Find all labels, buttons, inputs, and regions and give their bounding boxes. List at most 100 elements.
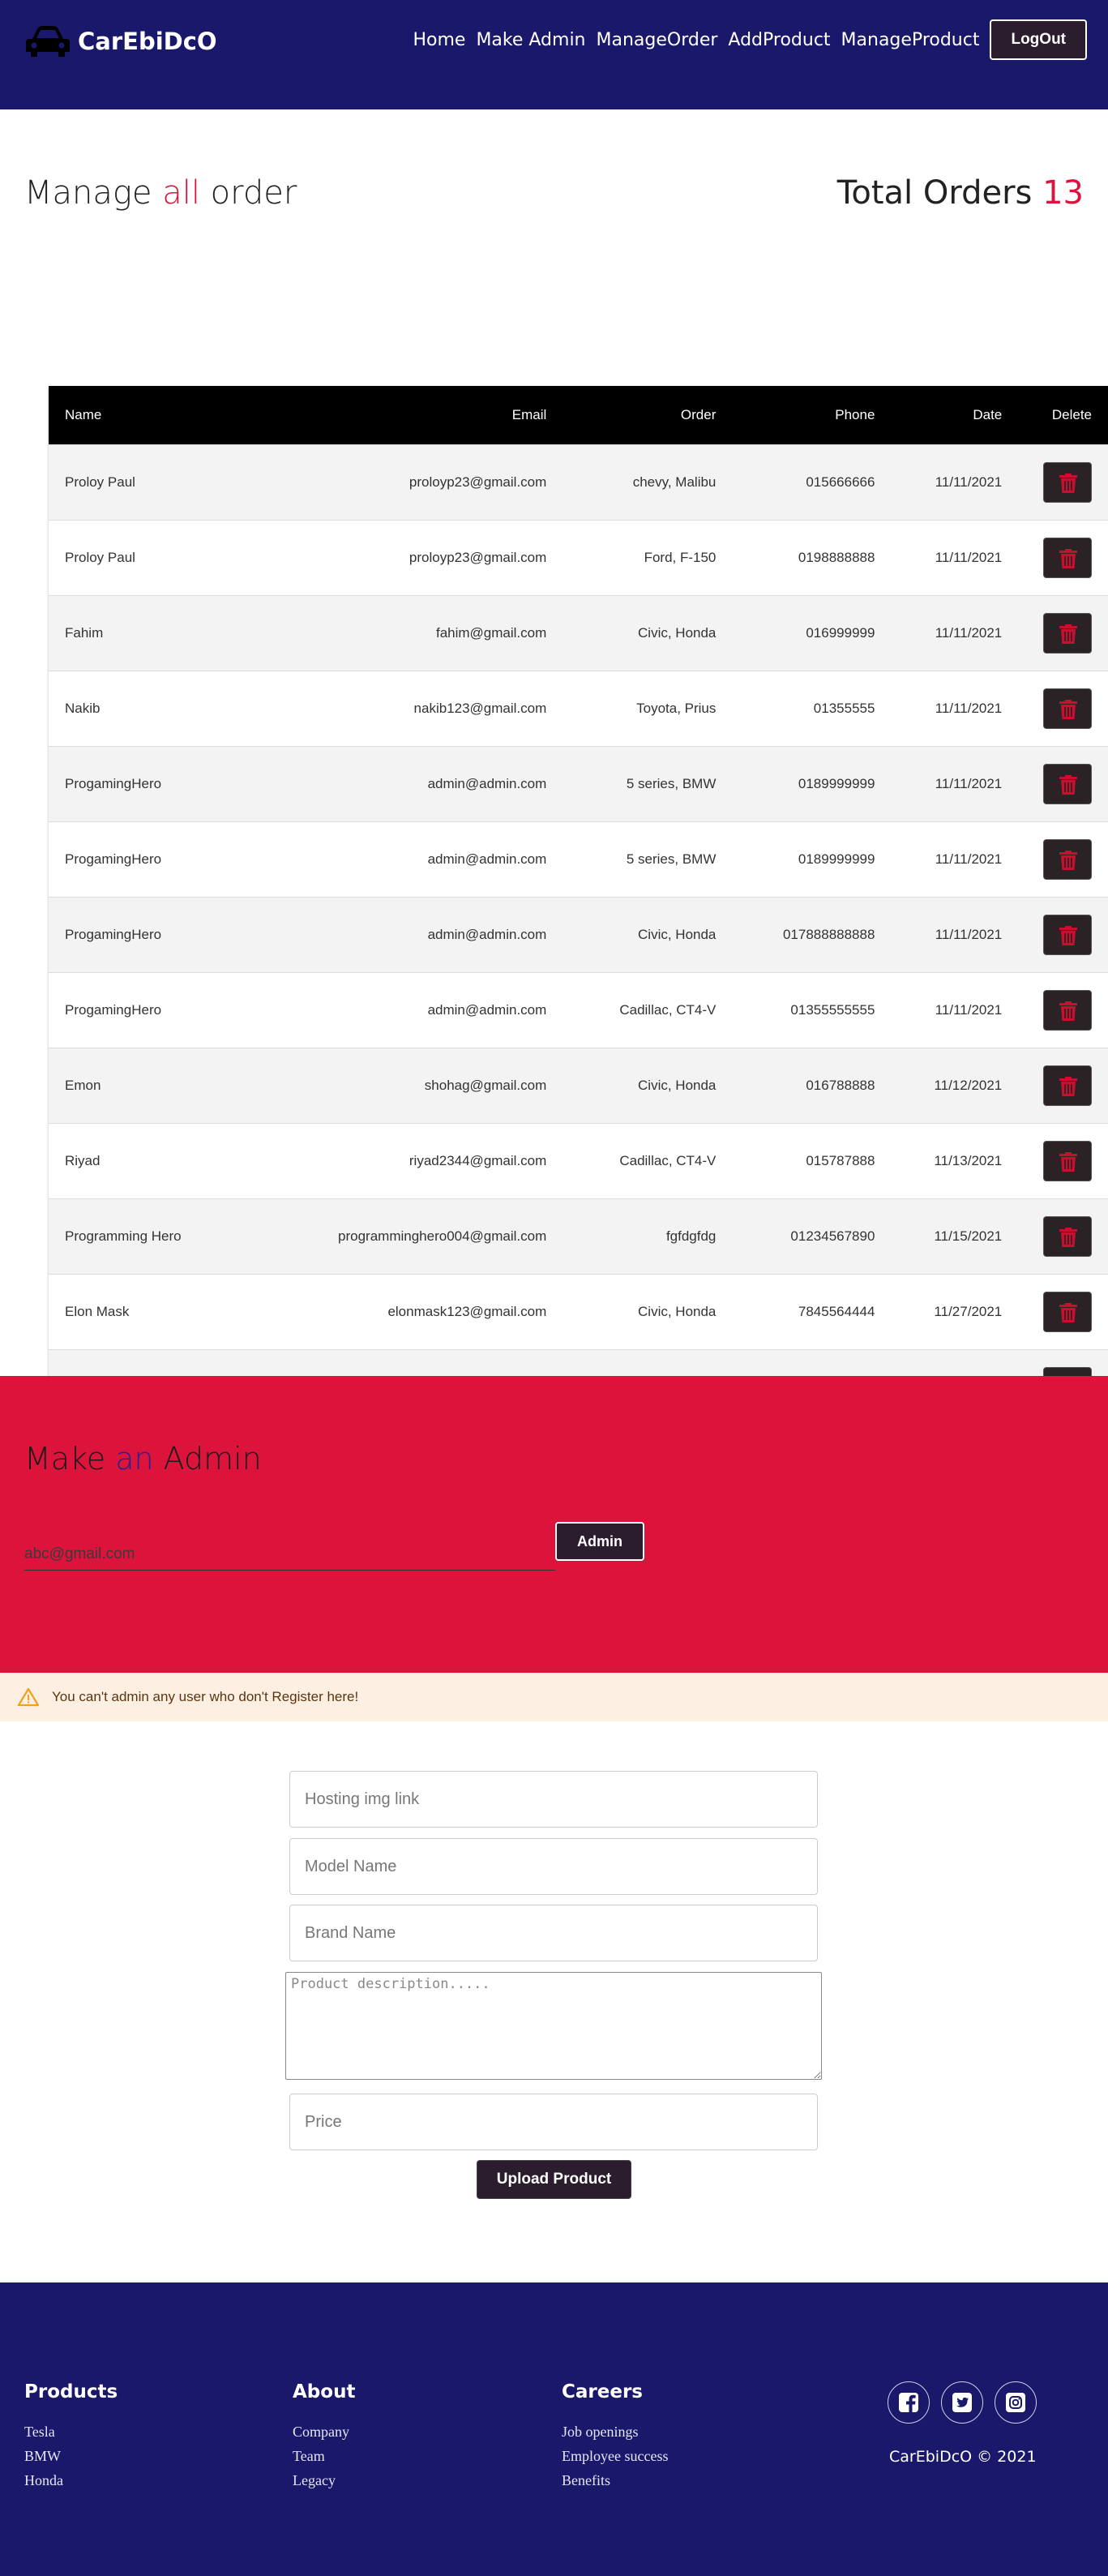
cell-phone: 015666666 — [806, 474, 875, 490]
admin-title-part2: Admin — [153, 1441, 262, 1477]
cell-email: admin@admin.com — [427, 926, 547, 942]
price-input[interactable] — [289, 2094, 818, 2150]
delete-order-button[interactable] — [1043, 1140, 1092, 1181]
cell-phone: 0198888888 — [798, 549, 875, 565]
admin-email-input[interactable] — [24, 1538, 555, 1571]
instagram-link[interactable] — [995, 2381, 1037, 2424]
model-name-input[interactable] — [289, 1838, 818, 1895]
cell-delete — [1002, 595, 1108, 671]
cell-name: Elon Mask — [65, 1303, 130, 1319]
delete-order-button[interactable] — [1043, 838, 1092, 880]
admin-title-accent: an — [115, 1441, 154, 1477]
make-admin-section: Make an Admin Admin — [0, 1376, 1108, 1721]
cell-date: 11/11/2021 — [935, 700, 1003, 716]
brand-name-input[interactable] — [289, 1905, 818, 1961]
logout-button[interactable]: LogOut — [990, 19, 1087, 60]
nav-home[interactable]: Home — [413, 30, 465, 50]
delete-order-button[interactable] — [1043, 763, 1092, 804]
footer-link-legacy[interactable]: Legacy — [293, 2472, 355, 2489]
twitter-link[interactable] — [941, 2381, 983, 2424]
brand-name: CarEbiDcO — [78, 28, 217, 55]
cell-order: Cadillac, CT4-V — [619, 1001, 717, 1018]
trash-icon — [1059, 1302, 1077, 1322]
table-row: Programming Hero programminghero004@gmail… — [49, 1198, 1108, 1274]
delete-order-button[interactable] — [1043, 461, 1092, 503]
header-phone: Phone — [835, 406, 875, 422]
cell-order: 5 series, BMW — [626, 775, 717, 791]
make-admin-button[interactable]: Admin — [555, 1522, 644, 1561]
cell-delete — [1002, 897, 1108, 972]
footer-column-careers: Careers Job openings Employee success Be… — [562, 2381, 668, 2497]
trash-icon — [1059, 1076, 1077, 1096]
cell-phone: 7845564444 — [798, 1303, 875, 1319]
nav-menu: Home Make Admin ManageOrder AddProduct M… — [413, 19, 1087, 60]
delete-order-button[interactable] — [1043, 688, 1092, 729]
delete-order-button[interactable] — [1043, 1215, 1092, 1257]
total-orders: Total Orders 13 — [837, 174, 1084, 212]
nav-manage-product[interactable]: ManageProduct — [841, 30, 980, 50]
trash-icon — [1059, 850, 1077, 870]
cell-phone: 01355555 — [813, 700, 875, 716]
delete-order-button[interactable] — [1043, 1065, 1092, 1106]
footer-link-benefits[interactable]: Benefits — [562, 2472, 668, 2489]
footer-link-employee-success[interactable]: Employee success — [562, 2448, 668, 2465]
cell-date: 11/11/2021 — [935, 624, 1003, 641]
delete-order-button[interactable] — [1043, 537, 1092, 578]
nav-make-admin[interactable]: Make Admin — [476, 30, 585, 50]
cell-order: chevy, Malibu — [632, 474, 717, 490]
cell-date: 11/11/2021 — [935, 474, 1003, 490]
table-row: ProgamingHero admin@admin.com Cadillac, CT… — [49, 972, 1108, 1048]
nav-manage-order[interactable]: ManageOrder — [597, 30, 718, 50]
brand[interactable]: CarEbiDcO — [24, 23, 217, 60]
footer-link-team[interactable]: Team — [293, 2448, 355, 2465]
cell-name: Programming Hero — [65, 1228, 182, 1244]
cell-email: programminghero004@gmail.com — [338, 1228, 547, 1244]
cell-delete — [1002, 1048, 1108, 1123]
alert-text: You can't admin any user who don't Regis… — [52, 1689, 359, 1704]
trash-icon — [1059, 774, 1077, 795]
cell-order: Cadillac, CT4-V — [619, 1152, 717, 1168]
car-icon — [26, 26, 70, 57]
footer-link-tesla[interactable]: Tesla — [24, 2424, 118, 2441]
cell-delete — [1002, 821, 1108, 897]
footer-link-job-openings[interactable]: Job openings — [562, 2424, 668, 2441]
total-orders-count: 13 — [1042, 174, 1084, 212]
footer-link-honda[interactable]: Honda — [24, 2472, 118, 2489]
footer-link-company[interactable]: Company — [293, 2424, 355, 2441]
cell-date: 11/11/2021 — [935, 1001, 1003, 1018]
cell-order: Civic, Honda — [638, 926, 717, 942]
page-title-part2: order — [199, 174, 297, 212]
cell-date: 11/15/2021 — [934, 1228, 1003, 1244]
cell-name: ProgamingHero — [65, 926, 162, 942]
social-links — [888, 2381, 1037, 2424]
upload-product-button[interactable]: Upload Product — [477, 2160, 631, 2199]
total-orders-label: Total Orders — [836, 174, 1043, 212]
cell-order: 5 series, BMW — [626, 851, 717, 867]
delete-order-button[interactable] — [1043, 989, 1092, 1031]
cell-date: 11/27/2021 — [934, 1303, 1003, 1319]
page-title-part1: Manage — [24, 174, 163, 212]
cell-delete — [1002, 444, 1108, 520]
footer-column-products: Products Tesla BMW Honda — [24, 2381, 118, 2497]
table-row: Fahim fahim@gmail.com Civic, Honda 01699999… — [49, 595, 1108, 671]
delete-order-button[interactable] — [1043, 612, 1092, 654]
table-row: ProgamingHero admin@admin.com 5 series, BM… — [49, 821, 1108, 897]
cell-phone: 016788888 — [806, 1077, 875, 1093]
table-header-row: Name Email Order Phone Date Delete — [49, 386, 1108, 444]
delete-order-button[interactable] — [1043, 914, 1092, 955]
delete-order-button[interactable] — [1043, 1291, 1092, 1332]
cell-delete — [1002, 972, 1108, 1048]
footer-link-bmw[interactable]: BMW — [24, 2448, 118, 2465]
nav-add-product[interactable]: AddProduct — [728, 30, 830, 50]
footer-column-about: About Company Team Legacy — [293, 2381, 355, 2497]
header-name: Name — [65, 406, 102, 422]
make-admin-title: Make an Admin — [24, 1441, 262, 1477]
product-description-input[interactable] — [285, 1972, 822, 2080]
table-row: Proloy Paul proloyp23@gmail.com chevy, Mal… — [49, 444, 1108, 520]
img-link-input[interactable] — [289, 1771, 818, 1828]
cell-phone: 01355555555 — [790, 1001, 875, 1018]
table-row: Proloy Paul proloyp23@gmail.com Ford, F-15… — [49, 520, 1108, 595]
facebook-link[interactable] — [888, 2381, 930, 2424]
cell-email: proloyp23@gmail.com — [409, 474, 547, 490]
instagram-icon — [1006, 2393, 1025, 2412]
